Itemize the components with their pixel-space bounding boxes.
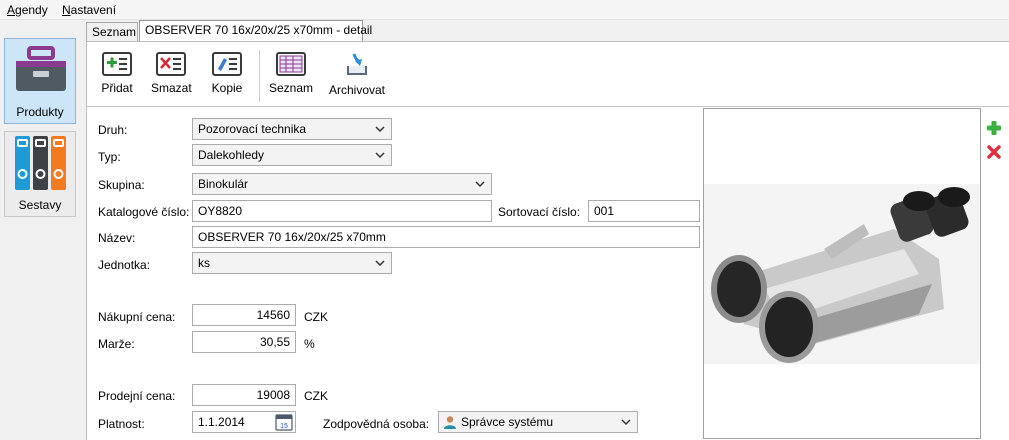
skupina-label: Skupina: (98, 178, 145, 192)
add-record-icon (102, 52, 132, 76)
sort-label: Sortovací číslo: (498, 205, 581, 219)
prodejni-input[interactable]: 19008 (192, 384, 296, 406)
marze-label: Marže: (98, 337, 135, 351)
nav-products-button[interactable]: Produkty (4, 38, 76, 124)
product-image (703, 108, 981, 439)
add-image-icon[interactable] (986, 120, 1002, 136)
marze-unit: % (304, 337, 315, 351)
delete-image-icon[interactable] (986, 144, 1002, 160)
nakupni-input[interactable]: 14560 (192, 304, 296, 326)
nazev-label: Název: (98, 231, 136, 245)
chevron-down-icon (375, 260, 385, 267)
prodejni-label: Prodejní cena: (98, 389, 176, 403)
druh-label: Druh: (98, 123, 128, 137)
chevron-down-icon (475, 181, 485, 188)
typ-select[interactable]: Dalekohledy (192, 144, 392, 166)
katalog-input[interactable]: OY8820 (192, 200, 492, 222)
delete-record-icon (156, 52, 186, 76)
platnost-label: Platnost: (98, 417, 145, 431)
toolbox-icon (16, 46, 66, 91)
chevron-down-icon (375, 152, 385, 159)
prodejni-unit: CZK (304, 389, 328, 403)
list-button[interactable]: Seznam (269, 52, 313, 102)
toolbar-divider (87, 106, 1009, 107)
skupina-select[interactable]: Binokulár (192, 173, 492, 195)
nakupni-unit: CZK (304, 310, 328, 324)
marze-input[interactable]: 30,55 (192, 331, 296, 353)
toolbar: Přidat Smazat Kopie Seznam Archivovat (87, 42, 1009, 106)
calendar-day: 15 (280, 423, 288, 430)
tab-seznam[interactable]: Seznam (86, 22, 138, 41)
copy-button[interactable]: Kopie (209, 52, 245, 102)
detail-panel: Přidat Smazat Kopie Seznam Archivovat Dr… (86, 41, 1009, 440)
chevron-down-icon (621, 419, 631, 426)
archive-button[interactable]: Archivovat (327, 52, 387, 102)
nazev-input[interactable]: OBSERVER 70 16x/20x/25 x70mm (192, 226, 700, 248)
calendar-icon[interactable]: 15 (275, 413, 293, 431)
chevron-down-icon (375, 126, 385, 133)
list-view-icon (276, 52, 306, 76)
osoba-label: Zodpovědná osoba: (323, 417, 430, 431)
copy-record-icon (212, 52, 242, 76)
menu-agendy[interactable]: Agendy (7, 3, 48, 17)
archive-download-icon (347, 53, 367, 75)
sort-input[interactable]: 001 (588, 200, 700, 222)
nakupni-label: Nákupní cena: (98, 310, 176, 324)
osoba-select[interactable]: Správce systému (438, 411, 638, 433)
left-navigation: Produkty Sestavy (0, 20, 82, 440)
druh-select[interactable]: Pozorovací technika (192, 118, 392, 140)
jednotka-select[interactable]: ks (192, 252, 392, 274)
binoculars-image (704, 109, 980, 438)
delete-button[interactable]: Smazat (151, 52, 192, 102)
add-button[interactable]: Přidat (99, 52, 135, 102)
jednotka-label: Jednotka: (98, 258, 151, 272)
tab-detail[interactable]: OBSERVER 70 16x/20x/25 x70mm - detail (139, 20, 372, 41)
user-icon (444, 416, 456, 429)
katalog-label: Katalogové číslo: (98, 205, 190, 219)
toolbar-separator (259, 50, 260, 102)
menu-bar: Agendy Nastavení (0, 0, 1009, 20)
platnost-input[interactable]: 1.1.2014 15 (192, 411, 296, 433)
typ-label: Typ: (98, 150, 121, 164)
nav-sets-button[interactable]: Sestavy (4, 131, 76, 217)
binders-icon (15, 136, 66, 190)
menu-nastaveni[interactable]: Nastavení (62, 3, 116, 17)
